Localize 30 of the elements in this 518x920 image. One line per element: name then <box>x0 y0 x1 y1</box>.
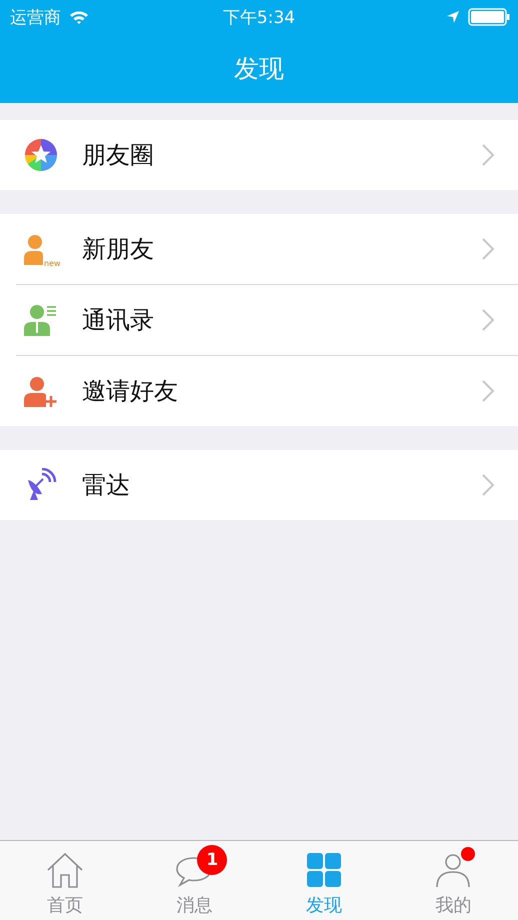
menu-item[interactable]: new 新朋友 <box>0 214 518 284</box>
menu-label: 朋友圈 <box>82 140 155 171</box>
location-arrow-icon <box>446 10 460 24</box>
chevron-right-icon <box>482 238 494 260</box>
tab-item[interactable]: 1 消息 <box>130 841 259 920</box>
menu-item[interactable]: 雷达 <box>0 450 518 520</box>
carrier-name: 运营商 <box>10 6 61 28</box>
menu-label: 新朋友 <box>82 234 155 265</box>
page-title: 发现 <box>234 53 284 85</box>
person-add-icon <box>24 374 58 408</box>
menu-item[interactable]: 通讯录 <box>16 284 518 355</box>
chevron-right-icon <box>482 474 494 496</box>
chevron-right-icon <box>482 309 494 331</box>
menu-item[interactable]: 朋友圈 <box>0 120 518 190</box>
battery-icon <box>468 8 510 26</box>
menu-label: 雷达 <box>82 470 131 501</box>
menu-item[interactable]: 邀请好友 <box>16 355 518 426</box>
home-icon <box>46 851 84 889</box>
chevron-right-icon <box>482 144 494 166</box>
person-icon <box>434 851 472 889</box>
chevron-right-icon <box>482 380 494 402</box>
contact-card-icon <box>24 303 58 337</box>
menu-label: 通讯录 <box>82 305 155 336</box>
new-label: new <box>44 260 61 268</box>
menu-label: 邀请好友 <box>82 376 179 407</box>
grid-icon <box>304 851 343 889</box>
status-time: 下午5:34 <box>222 6 296 28</box>
unread-count-badge: 1 <box>197 845 228 875</box>
wifi-icon <box>69 10 89 24</box>
person-icon <box>24 235 43 265</box>
